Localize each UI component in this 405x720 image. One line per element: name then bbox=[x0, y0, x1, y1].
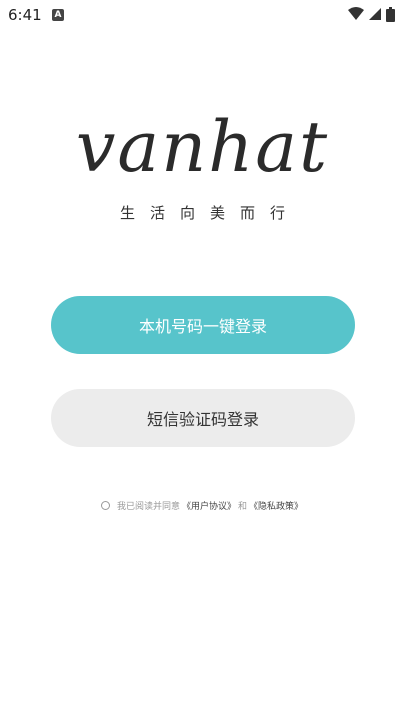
status-time: 6:41 bbox=[8, 6, 42, 24]
cellular-signal-icon bbox=[368, 8, 381, 20]
agreement-prefix: 我已阅读并同意 bbox=[116, 502, 180, 512]
agreement-row: 我已阅读并同意 《用户协议》 和 《隐私政策》 bbox=[0, 499, 405, 512]
sms-login-button[interactable]: 短信验证码登录 bbox=[51, 389, 355, 447]
user-agreement-link[interactable]: 《用户协议》 bbox=[182, 499, 236, 512]
agreement-and: 和 bbox=[238, 502, 248, 512]
wifi-icon bbox=[347, 7, 364, 20]
privacy-policy-link[interactable]: 《隐私政策》 bbox=[249, 499, 303, 512]
battery-icon bbox=[386, 7, 395, 22]
brand-tagline: 生活向美而行 bbox=[119, 204, 300, 222]
status-bar: 6:41 A bbox=[0, 0, 405, 32]
one-click-login-button[interactable]: 本机号码一键登录 bbox=[51, 296, 355, 354]
notification-icon: A bbox=[52, 9, 64, 21]
status-icons bbox=[347, 7, 395, 23]
brand-logo: vanhat bbox=[75, 106, 330, 188]
agreement-radio[interactable] bbox=[100, 501, 110, 510]
